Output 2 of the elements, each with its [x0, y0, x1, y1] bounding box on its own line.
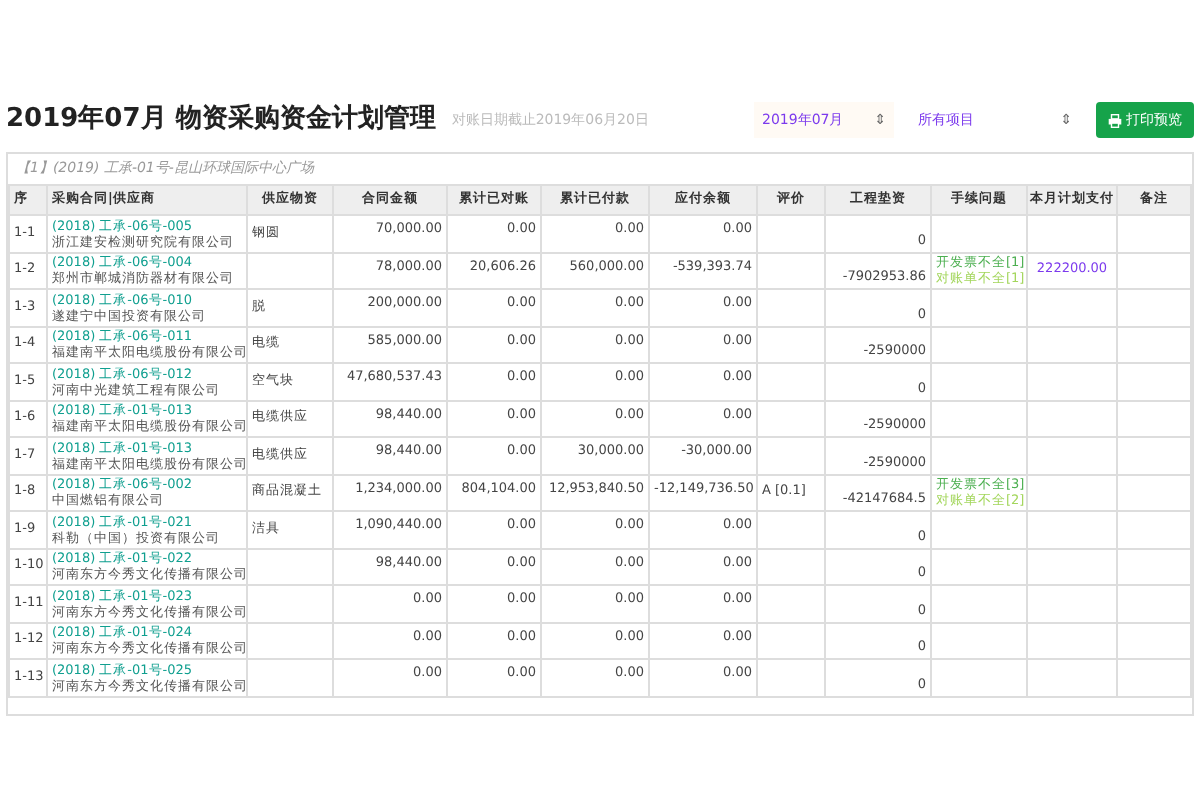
printer-icon — [1108, 113, 1122, 127]
page-title: 2019年07月 物资采购资金计划管理 — [6, 101, 436, 139]
